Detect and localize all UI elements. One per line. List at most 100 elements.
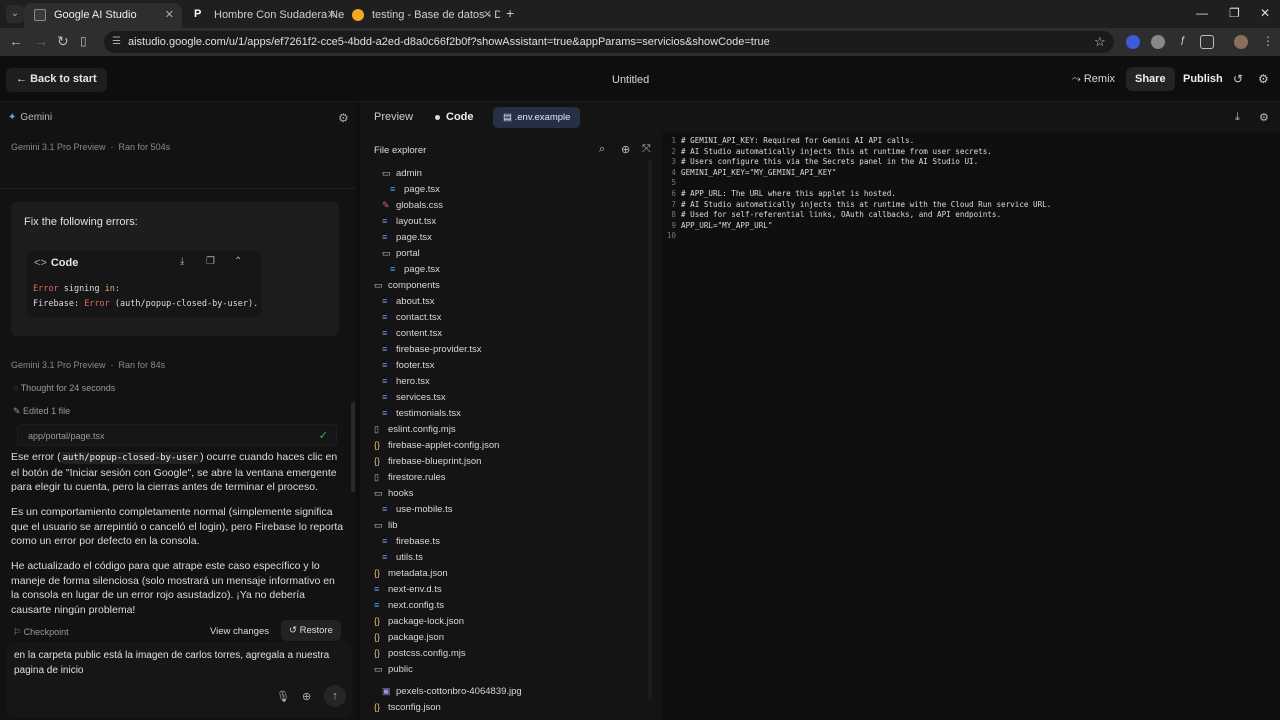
file-tree-item[interactable]: {} package-lock.json: [374, 616, 464, 632]
line-number: 8: [671, 210, 676, 220]
file-tree-item[interactable]: ≡ firebase-provider.tsx: [382, 344, 482, 360]
file-tree-label: globals.css: [396, 200, 443, 211]
file-ts-icon: ≡: [382, 552, 388, 562]
file-tree-item[interactable]: ≡ layout.tsx: [382, 216, 436, 232]
search-files-icon[interactable]: ⌕: [599, 143, 605, 156]
file-tree-label: public: [388, 664, 413, 675]
minimize-icon[interactable]: —: [1196, 6, 1208, 20]
chat-scrollbar[interactable]: [351, 402, 355, 492]
file-tree-item[interactable]: {} metadata.json: [374, 568, 448, 584]
thought-indicator[interactable]: ◌ Thought for 24 seconds: [13, 383, 115, 393]
file-tree-item[interactable]: {} firebase-blueprint.json: [374, 456, 481, 472]
file-tree-item[interactable]: ≡ use-mobile.ts: [382, 504, 453, 520]
back-to-start-button[interactable]: ← Back to start: [6, 68, 107, 92]
tab-code-label: Code: [446, 111, 474, 123]
file-tree-item[interactable]: ≡ page.tsx: [382, 232, 432, 248]
url-bar[interactable]: ☰ aistudio.google.com/u/1/apps/ef7261f2-…: [104, 31, 1114, 53]
back-icon[interactable]: ←: [9, 33, 23, 49]
reload-icon[interactable]: ↻: [57, 33, 69, 50]
microphone-icon[interactable]: 🎙︎: [276, 690, 290, 703]
remix-button[interactable]: ⤳ Remix: [1072, 73, 1115, 86]
tab-code[interactable]: Code: [435, 111, 474, 123]
side-panel-icon[interactable]: ▯: [80, 34, 87, 48]
restore-button[interactable]: ↺ Restore: [281, 620, 341, 641]
file-tree-item[interactable]: ≡ page.tsx: [390, 184, 440, 200]
share-button[interactable]: Share: [1126, 67, 1175, 91]
browser-tab-testing[interactable]: testing - Base de datos - Datos ✕: [342, 3, 500, 28]
code-settings-icon[interactable]: ⚙: [1259, 111, 1269, 124]
explorer-scrollbar[interactable]: [648, 160, 652, 700]
extension-function-icon[interactable]: ƒ: [1176, 35, 1190, 49]
history-icon[interactable]: ↺: [1233, 72, 1243, 86]
extension-camera-icon[interactable]: [1151, 35, 1165, 49]
file-tree-item[interactable]: ≡ contact.tsx: [382, 312, 441, 328]
chevron-up-icon[interactable]: ⌃: [234, 256, 242, 267]
close-tab-icon[interactable]: ✕: [165, 8, 174, 21]
tab-search-button[interactable]: ⌄: [6, 5, 24, 23]
file-tree-item[interactable]: ▭ portal: [382, 248, 420, 264]
file-tree-item[interactable]: ≡ page.tsx: [390, 264, 440, 280]
file-ts-icon: ≡: [382, 408, 388, 418]
publish-button[interactable]: Publish: [1183, 73, 1223, 85]
close-tab-icon[interactable]: ✕: [327, 8, 336, 21]
copy-icon[interactable]: ❐: [206, 256, 215, 267]
download-icon[interactable]: ⤓: [180, 256, 184, 267]
file-tree-item[interactable]: ▯ firestore.rules: [374, 472, 446, 488]
prompt-input[interactable]: en la carpeta public está la imagen de c…: [6, 642, 352, 718]
site-info-icon[interactable]: ☰: [112, 36, 121, 47]
file-tree-item[interactable]: ▭ admin: [382, 168, 422, 184]
chat-settings-icon[interactable]: ⚙: [338, 111, 349, 125]
file-tree-item[interactable]: ✎ globals.css: [382, 200, 443, 216]
close-tab-icon[interactable]: ✕: [483, 8, 492, 21]
file-tree-item[interactable]: ▭ hooks: [374, 488, 413, 504]
file-tree-item[interactable]: ≡ services.tsx: [382, 392, 446, 408]
add-attachment-icon[interactable]: ⊕: [302, 690, 311, 703]
edited-file-chip[interactable]: app/portal/page.tsx ✓: [17, 424, 337, 446]
extension-icon[interactable]: [1126, 35, 1140, 49]
checkpoint-label: ⚐ Checkpoint: [13, 627, 69, 638]
open-file-tab[interactable]: ▤ .env.example: [493, 107, 581, 128]
app-title[interactable]: Untitled: [612, 74, 649, 86]
download-code-icon[interactable]: ⤓: [1235, 111, 1240, 124]
forward-icon[interactable]: →: [34, 33, 48, 49]
maximize-icon[interactable]: ❐: [1229, 6, 1240, 20]
code-card-title: <> Code: [34, 257, 82, 269]
tab-preview[interactable]: Preview: [374, 111, 413, 123]
file-tree-item[interactable]: ▭ lib: [374, 520, 398, 536]
file-tree-item[interactable]: ≡ footer.tsx: [382, 360, 435, 376]
settings-icon[interactable]: ⚙: [1258, 72, 1269, 86]
browser-tab-ai-studio[interactable]: Google AI Studio ✕: [24, 3, 182, 28]
bookmark-star-icon[interactable]: ☆: [1094, 34, 1106, 50]
file-tree-item[interactable]: ≡ firebase.ts: [382, 536, 440, 552]
close-window-icon[interactable]: ✕: [1260, 6, 1270, 20]
file-tree-item[interactable]: {} tsconfig.json: [374, 702, 441, 718]
file-tree-item[interactable]: ≡ testimonials.tsx: [382, 408, 461, 424]
file-tree-item[interactable]: ≡ utils.ts: [382, 552, 423, 568]
prompt-input-text[interactable]: en la carpeta public está la imagen de c…: [14, 649, 334, 678]
browser-tab-hombre[interactable]: P Hombre Con Sudadera Negra Y ✕: [184, 3, 344, 28]
file-tree-item[interactable]: ≡ about.tsx: [382, 296, 435, 312]
profile-avatar[interactable]: [1234, 35, 1248, 49]
browser-menu-icon[interactable]: ⋮: [1262, 34, 1274, 48]
collapse-all-icon[interactable]: ⤧: [642, 143, 651, 156]
file-tree-item[interactable]: ▯ eslint.config.mjs: [374, 424, 456, 440]
file-tree-item[interactable]: {} postcss.config.mjs: [374, 648, 466, 664]
code-editor[interactable]: 1 # GEMINI_API_KEY: Required for Gemini A…: [662, 132, 1280, 720]
file-tree-item[interactable]: ▣ pexels-cottonbro-4064839.jpg: [382, 686, 522, 702]
file-tree-item[interactable]: ≡ content.tsx: [382, 328, 442, 344]
send-button[interactable]: ↑: [324, 685, 346, 707]
file-tree-item[interactable]: ≡ next.config.ts: [374, 600, 444, 616]
extensions-puzzle-icon[interactable]: [1200, 35, 1214, 49]
code-line: 7 # AI Studio automatically injects this …: [662, 200, 1051, 211]
file-tree-item[interactable]: ▭ components: [374, 280, 440, 296]
view-changes-button[interactable]: View changes: [210, 626, 269, 637]
file-tree-item[interactable]: ≡ hero.tsx: [382, 376, 430, 392]
file-tree-item[interactable]: ▭ public: [374, 664, 413, 680]
file-tree-item[interactable]: {} firebase-applet-config.json: [374, 440, 499, 456]
assistant-chat-panel: ✦ Gemini ⚙ Gemini 3.1 Pro Preview · Ran f…: [0, 102, 356, 720]
file-tree-item[interactable]: {} package.json: [374, 632, 444, 648]
add-file-icon[interactable]: ⊕: [621, 143, 630, 156]
file-tree-label: layout.tsx: [396, 216, 437, 227]
file-tree-item[interactable]: ≡ next-env.d.ts: [374, 584, 442, 600]
new-tab-icon[interactable]: +: [506, 5, 514, 21]
